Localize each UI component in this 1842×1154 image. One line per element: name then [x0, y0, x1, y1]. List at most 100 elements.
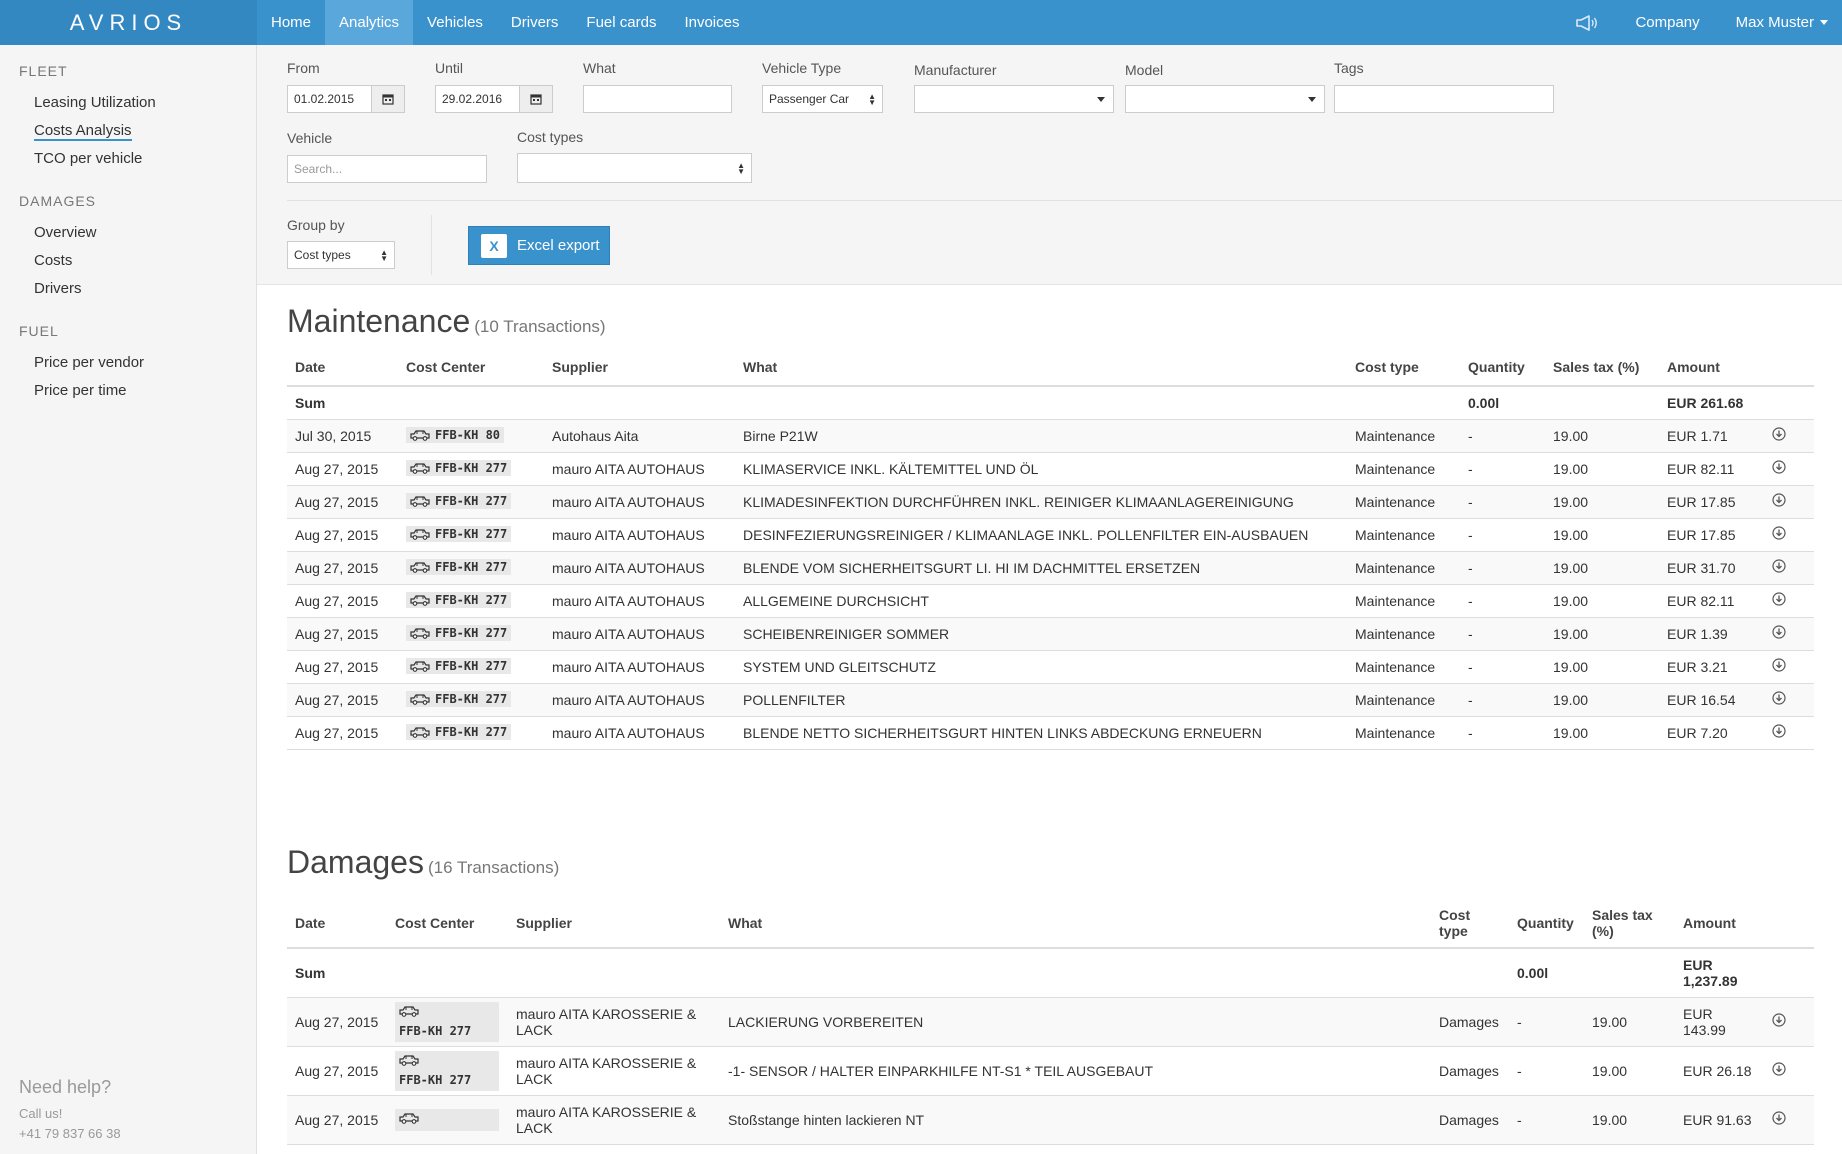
until-calendar-button[interactable]: [519, 85, 553, 113]
download-button[interactable]: [1772, 1013, 1786, 1030]
cell-cost-center[interactable]: FFB-KH 277: [398, 683, 544, 717]
sidebar-item-drivers[interactable]: Drivers: [0, 275, 256, 303]
license-plate[interactable]: FFB-KH 277: [406, 559, 512, 576]
col-supplier[interactable]: Supplier: [508, 898, 720, 949]
download-button[interactable]: [1772, 691, 1786, 708]
license-plate[interactable]: FFB-KH 277: [406, 526, 512, 543]
cell-cost-center[interactable]: FFB-KH 277: [387, 1046, 508, 1096]
cost-types-select[interactable]: ▲ ▼: [517, 153, 752, 183]
vehicle-search-input[interactable]: Search...: [287, 155, 487, 183]
license-plate[interactable]: FFB-KH 277: [406, 592, 512, 609]
download-button[interactable]: [1772, 493, 1786, 510]
download-button[interactable]: [1772, 1062, 1786, 1079]
excel-export-button[interactable]: X Excel export: [468, 226, 610, 265]
sidebar-item-price-per-time[interactable]: Price per time: [0, 377, 256, 405]
table-row[interactable]: Aug 27, 2015 FFB-KH 277 mauro AITA KAROSSE…: [287, 997, 1814, 1047]
model-select[interactable]: [1125, 85, 1325, 113]
col-what[interactable]: What: [720, 898, 1431, 949]
download-button[interactable]: [1772, 658, 1786, 675]
cell-cost-center[interactable]: FFB-KH 277: [398, 584, 544, 618]
col-cost-type[interactable]: Cost type: [1431, 898, 1509, 949]
cell-cost-center[interactable]: FFB-KH 277: [387, 997, 508, 1047]
nav-fuel-cards[interactable]: Fuel cards: [572, 0, 670, 45]
download-button[interactable]: [1772, 625, 1786, 642]
nav-drivers[interactable]: Drivers: [497, 0, 573, 45]
table-row[interactable]: Aug 27, 2015 FFB-KH 277 mauro AITA KAROSSE…: [287, 1046, 1814, 1096]
table-row[interactable]: Aug 27, 2015 FFB-KH 277 mauro AITA AUTOHAU…: [287, 551, 1814, 585]
cell-cost-center[interactable]: FFB-KH 277: [398, 485, 544, 519]
license-plate[interactable]: FFB-KH 277: [406, 460, 512, 477]
col-supplier[interactable]: Supplier: [544, 348, 735, 387]
col-sales-tax[interactable]: Sales tax (%): [1584, 898, 1675, 949]
group-by-select[interactable]: Cost types ▲ ▼: [287, 241, 395, 269]
vehicle-type-select[interactable]: Passenger Car ▲ ▼: [762, 85, 883, 113]
nav-vehicles[interactable]: Vehicles: [413, 0, 497, 45]
col-date[interactable]: Date: [287, 898, 387, 949]
table-row[interactable]: Aug 27, 2015 FFB-KH 277 mauro AITA AUTOHAU…: [287, 485, 1814, 519]
tags-input[interactable]: [1334, 85, 1554, 113]
table-row[interactable]: Aug 27, 2015 FFB-KH 277 mauro AITA AUTOHAU…: [287, 518, 1814, 552]
table-row[interactable]: Aug 27, 2015 mauro AITA KAROSSERIE & LACK…: [287, 1095, 1814, 1145]
announcements-button[interactable]: [1557, 0, 1617, 45]
license-plate[interactable]: FFB-KH 277: [395, 1001, 499, 1042]
license-plate[interactable]: [395, 1108, 499, 1131]
download-button[interactable]: [1772, 526, 1786, 543]
col-amount[interactable]: Amount: [1675, 898, 1764, 949]
manufacturer-select[interactable]: [914, 85, 1114, 113]
cell-cost-center[interactable]: FFB-KH 80: [398, 419, 544, 453]
nav-home[interactable]: Home: [257, 0, 325, 45]
until-date-input[interactable]: 29.02.2016: [435, 85, 520, 113]
from-date-input[interactable]: 01.02.2015: [287, 85, 372, 113]
download-button[interactable]: [1772, 592, 1786, 609]
col-amount[interactable]: Amount: [1659, 348, 1764, 387]
license-plate[interactable]: FFB-KH 277: [406, 493, 512, 510]
license-plate[interactable]: FFB-KH 277: [406, 658, 512, 675]
what-input[interactable]: [583, 85, 732, 113]
cell-cost-center[interactable]: FFB-KH 277: [398, 452, 544, 486]
table-row[interactable]: Aug 27, 2015 FFB-KH 277 mauro AITA AUTOHAU…: [287, 584, 1814, 618]
cell-cost-center[interactable]: FFB-KH 277: [398, 617, 544, 651]
sidebar-item-costs[interactable]: Costs: [0, 247, 256, 275]
table-row[interactable]: Aug 27, 2015 FFB-KH 277 mauro AITA AUTOHAU…: [287, 716, 1814, 750]
license-plate[interactable]: FFB-KH 277: [406, 724, 512, 741]
download-button[interactable]: [1772, 559, 1786, 576]
sidebar-item-leasing-utilization[interactable]: Leasing Utilization: [0, 89, 256, 117]
nav-analytics[interactable]: Analytics: [325, 0, 414, 45]
table-row[interactable]: Aug 27, 2015 FFB-KH 277 mauro AITA AUTOHAU…: [287, 617, 1814, 651]
col-quantity[interactable]: Quantity: [1460, 348, 1545, 387]
col-sales-tax[interactable]: Sales tax (%): [1545, 348, 1659, 387]
col-what[interactable]: What: [735, 348, 1347, 387]
cell-cost-center[interactable]: [387, 1095, 508, 1145]
download-button[interactable]: [1772, 427, 1786, 444]
table-row[interactable]: Jul 30, 2015 FFB-KH 80 Autohaus Aita Birne …: [287, 419, 1814, 453]
sidebar-item-costs-analysis[interactable]: Costs Analysis: [0, 117, 256, 145]
sidebar-item-tco-per-vehicle[interactable]: TCO per vehicle: [0, 145, 256, 173]
license-plate[interactable]: FFB-KH 277: [406, 625, 512, 642]
sidebar-item-overview[interactable]: Overview: [0, 219, 256, 247]
col-cost-center[interactable]: Cost Center: [387, 898, 508, 949]
table-row[interactable]: Aug 27, 2015 FFB-KH 277 mauro AITA AUTOHAU…: [287, 452, 1814, 486]
col-date[interactable]: Date: [287, 348, 398, 387]
from-calendar-button[interactable]: [371, 85, 405, 113]
table-row[interactable]: Aug 27, 2015 FFB-KH 277 mauro AITA AUTOHAU…: [287, 650, 1814, 684]
license-plate[interactable]: FFB-KH 277: [406, 691, 512, 708]
col-quantity[interactable]: Quantity: [1509, 898, 1584, 949]
nav-invoices[interactable]: Invoices: [670, 0, 753, 45]
sidebar-item-price-per-vendor[interactable]: Price per vendor: [0, 349, 256, 377]
cell-cost-center[interactable]: FFB-KH 277: [398, 518, 544, 552]
cell-cost-center[interactable]: FFB-KH 277: [398, 650, 544, 684]
cell-cost-center[interactable]: FFB-KH 277: [398, 551, 544, 585]
license-plate[interactable]: FFB-KH 277: [395, 1050, 499, 1091]
cell-cost-center[interactable]: FFB-KH 277: [398, 716, 544, 750]
download-button[interactable]: [1772, 724, 1786, 741]
help-phone[interactable]: +41 79 837 66 38: [19, 1124, 121, 1144]
download-button[interactable]: [1772, 1111, 1786, 1128]
user-menu[interactable]: Max Muster: [1718, 0, 1842, 45]
company-menu[interactable]: Company: [1617, 0, 1717, 45]
col-cost-type[interactable]: Cost type: [1347, 348, 1460, 387]
download-button[interactable]: [1772, 460, 1786, 477]
brand-logo[interactable]: AVRIOS: [0, 0, 257, 45]
license-plate[interactable]: FFB-KH 80: [406, 427, 505, 444]
col-cost-center[interactable]: Cost Center: [398, 348, 544, 387]
table-row[interactable]: Aug 27, 2015 FFB-KH 277 mauro AITA AUTOHAU…: [287, 683, 1814, 717]
